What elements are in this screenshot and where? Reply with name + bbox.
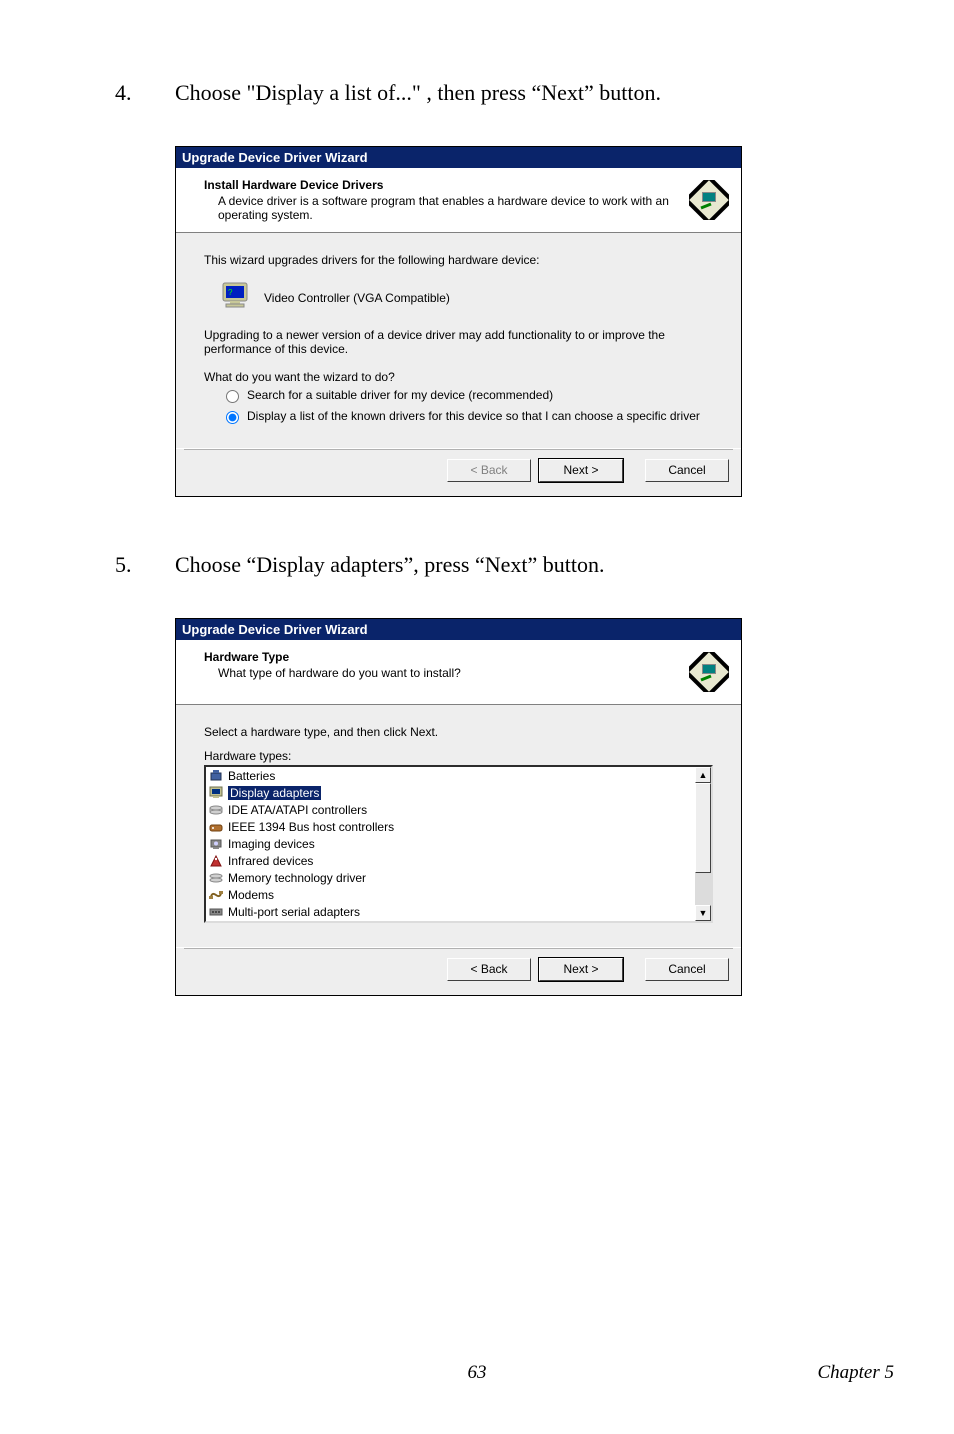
dialog1-line3: What do you want the wizard to do?	[204, 370, 713, 384]
step-5-text: Choose “Display adapters”, press “Next” …	[175, 552, 854, 578]
battery-icon	[208, 768, 224, 784]
back-button[interactable]: < Back	[447, 459, 531, 482]
hardware-types-listbox[interactable]: Batteries Display adapters IDE ATA/ATAPI c…	[204, 765, 713, 923]
radio-search[interactable]: Search for a suitable driver for my devi…	[226, 388, 713, 403]
radio-search-input[interactable]	[226, 390, 239, 403]
list-item[interactable]: Display adapters	[206, 784, 695, 801]
list-item[interactable]: IEEE 1394 Bus host controllers	[206, 818, 695, 835]
monitor-icon: ?	[220, 281, 252, 314]
imaging-device-icon	[208, 836, 224, 852]
display-adapter-icon	[208, 785, 224, 801]
list-item[interactable]: Infrared devices	[206, 852, 695, 869]
multiport-icon	[208, 904, 224, 920]
dialog2-instr: Select a hardware type, and then click N…	[204, 725, 713, 739]
scroll-up-icon[interactable]: ▲	[695, 767, 711, 783]
scroll-track[interactable]	[695, 783, 711, 905]
step-4-number: 4.	[115, 80, 175, 106]
scroll-down-icon[interactable]: ▼	[695, 905, 711, 921]
list-item[interactable]: Multi-port serial adapters	[206, 903, 695, 920]
dialog1-line2: Upgrading to a newer version of a device…	[204, 328, 713, 356]
dialog-install-hardware-drivers: Upgrade Device Driver Wizard Install Har…	[175, 146, 742, 497]
back-button[interactable]: < Back	[447, 958, 531, 981]
dialog2-buttons: < Back Next > Cancel	[176, 947, 741, 995]
dialog1-title: Upgrade Device Driver Wizard	[176, 147, 741, 168]
svg-text:?: ?	[228, 288, 233, 297]
step-5-number: 5.	[115, 552, 175, 578]
dialog1-buttons: < Back Next > Cancel	[176, 448, 741, 496]
dialog2-header-sub: What type of hardware do you want to ins…	[204, 666, 679, 680]
list-item-label: Infrared devices	[228, 854, 313, 868]
list-item[interactable]: Modems	[206, 886, 695, 903]
wizard-icon	[687, 178, 731, 222]
list-item-label: Memory technology driver	[228, 871, 366, 885]
radio-display-list-input[interactable]	[226, 411, 239, 424]
list-item-label: IDE ATA/ATAPI controllers	[228, 803, 367, 817]
ieee1394-icon	[208, 819, 224, 835]
wizard-icon	[687, 650, 731, 694]
list-item-label: Display adapters	[228, 786, 321, 800]
dialog2-title: Upgrade Device Driver Wizard	[176, 619, 741, 640]
list-item-label: Batteries	[228, 769, 275, 783]
list-item[interactable]: IDE ATA/ATAPI controllers	[206, 801, 695, 818]
dialog2-header-title: Hardware Type	[204, 650, 679, 664]
list-item[interactable]: Imaging devices	[206, 835, 695, 852]
page-footer: 63 Chapter 5	[0, 1362, 954, 1384]
dialog1-header-title: Install Hardware Device Drivers	[204, 178, 679, 192]
infrared-icon	[208, 853, 224, 869]
dialog1-device-row: ? Video Controller (VGA Compatible)	[220, 281, 713, 314]
cancel-button[interactable]: Cancel	[645, 459, 729, 482]
next-button[interactable]: Next >	[539, 958, 623, 981]
list-item[interactable]: Memory technology driver	[206, 869, 695, 886]
list-item[interactable]: Batteries	[206, 767, 695, 784]
scrollbar[interactable]: ▲ ▼	[695, 767, 711, 921]
list-item-label: Imaging devices	[228, 837, 315, 851]
dialog1-header: Install Hardware Device Drivers A device…	[176, 168, 741, 233]
step-4: 4. Choose "Display a list of..." , then …	[115, 80, 854, 106]
list-item-label: IEEE 1394 Bus host controllers	[228, 820, 394, 834]
memory-tech-icon	[208, 870, 224, 886]
dialog1-line1: This wizard upgrades drivers for the fol…	[204, 253, 713, 267]
dialog-hardware-type: Upgrade Device Driver Wizard Hardware Ty…	[175, 618, 742, 996]
radio-display-list-label: Display a list of the known drivers for …	[241, 409, 700, 423]
next-button[interactable]: Next >	[539, 459, 623, 482]
scroll-thumb[interactable]	[695, 783, 711, 873]
dialog1-device-name: Video Controller (VGA Compatible)	[264, 291, 450, 305]
dialog1-header-sub: A device driver is a software program th…	[204, 194, 679, 222]
list-item-label: Modems	[228, 888, 274, 902]
list-item-label: Multi-port serial adapters	[228, 905, 360, 919]
dialog2-header: Hardware Type What type of hardware do y…	[176, 640, 741, 705]
radio-search-label: Search for a suitable driver for my devi…	[241, 388, 553, 402]
radio-display-list[interactable]: Display a list of the known drivers for …	[226, 409, 713, 424]
cancel-button[interactable]: Cancel	[645, 958, 729, 981]
step-4-text: Choose "Display a list of..." , then pre…	[175, 80, 854, 106]
hardware-types-label: Hardware types:	[204, 749, 713, 763]
page-number: 63	[0, 1362, 954, 1384]
modem-icon	[208, 887, 224, 903]
ide-controller-icon	[208, 802, 224, 818]
step-5: 5. Choose “Display adapters”, press “Nex…	[115, 552, 854, 578]
